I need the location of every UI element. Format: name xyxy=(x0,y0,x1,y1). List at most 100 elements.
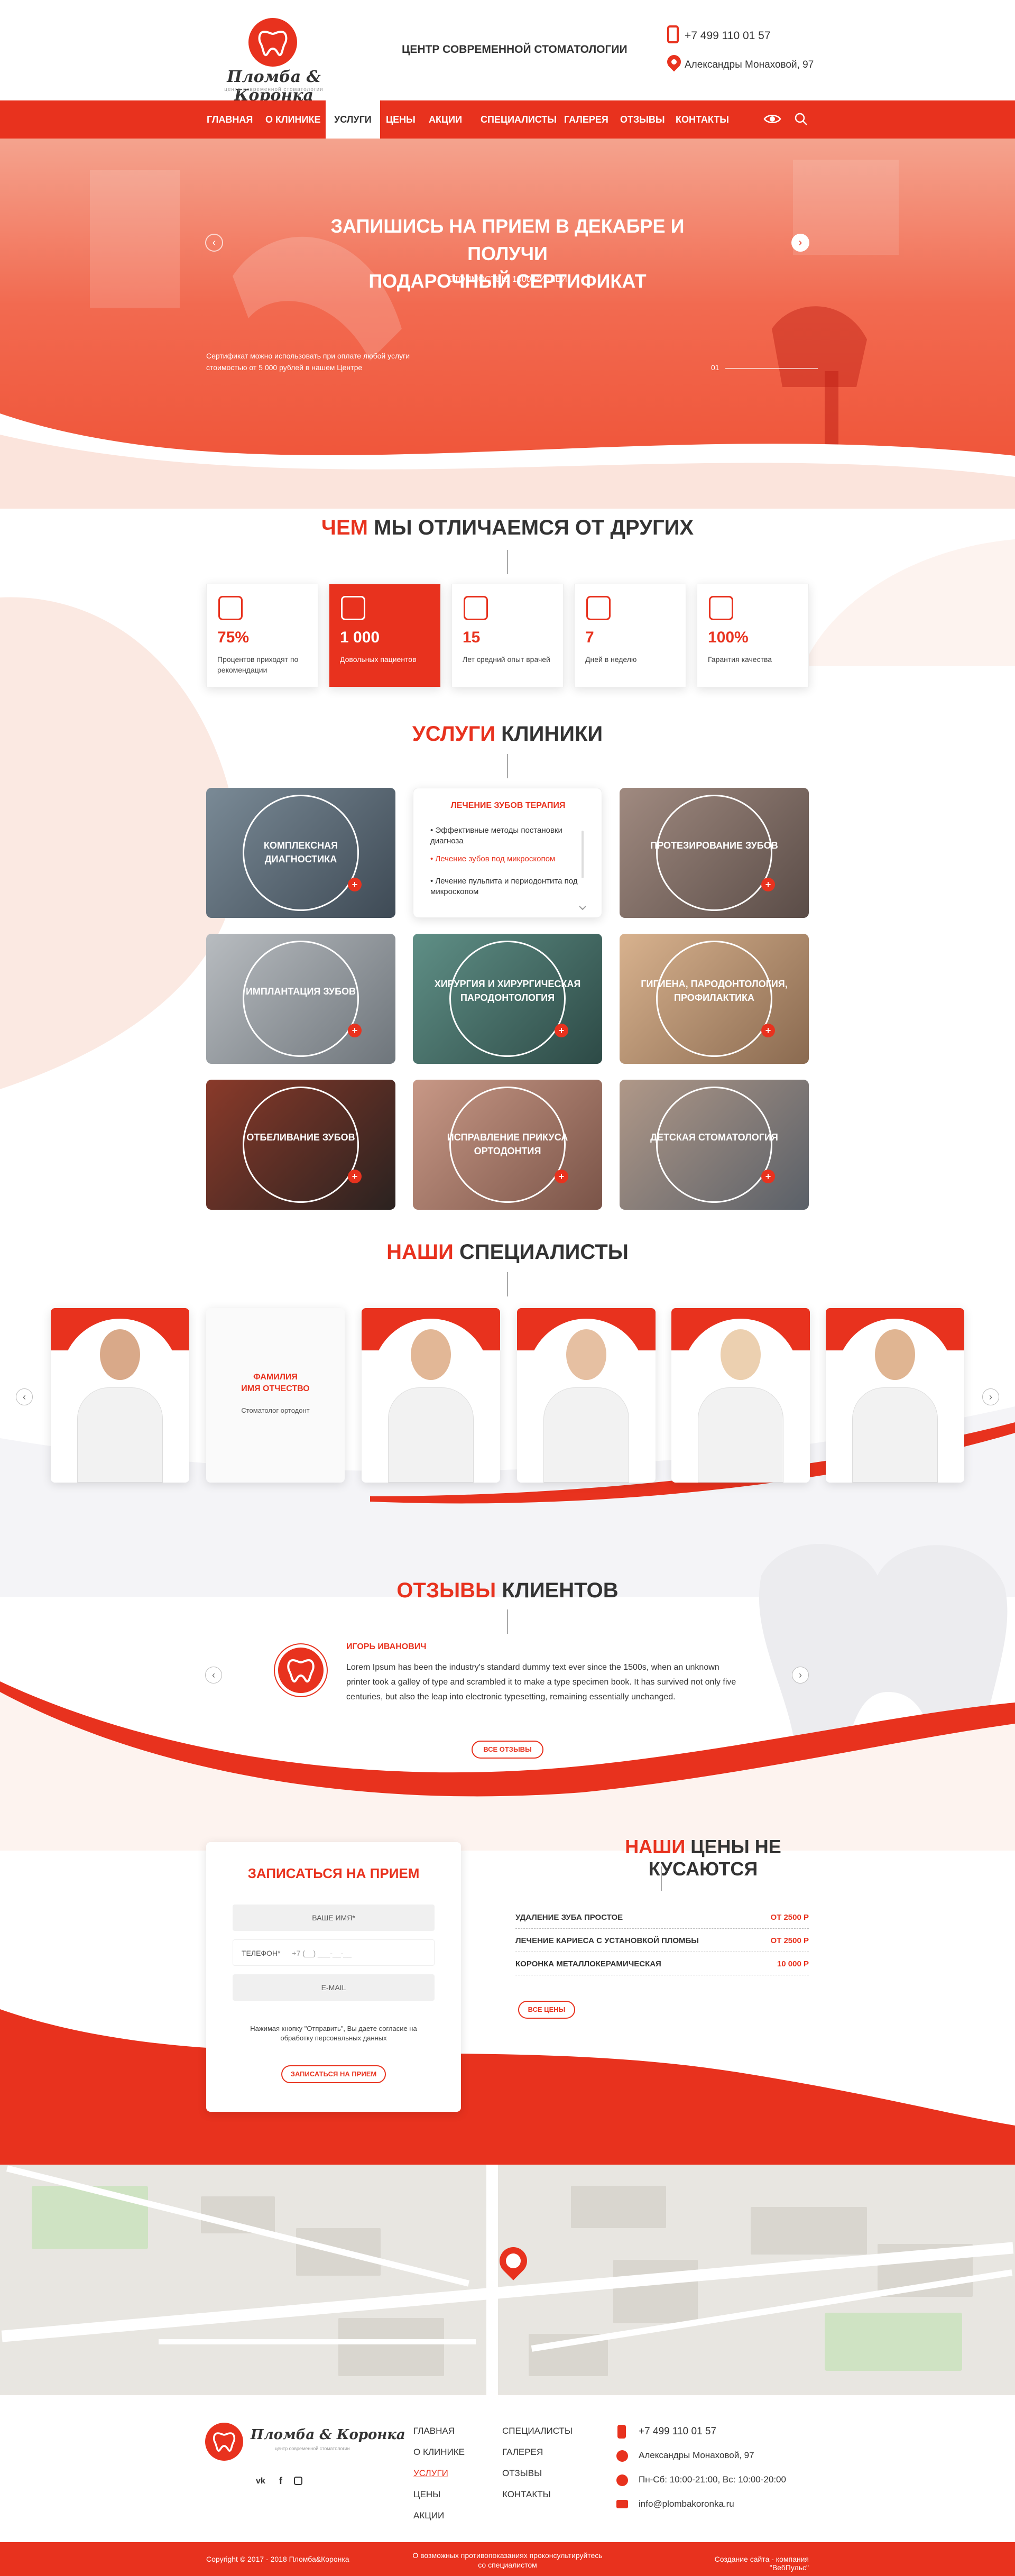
facebook-icon[interactable]: f xyxy=(279,2476,282,2487)
hero-next-arrow[interactable]: › xyxy=(791,234,809,252)
service-card[interactable]: ГИГИЕНА, ПАРОДОНТОЛОГИЯ, ПРОФИЛАКТИКА + xyxy=(620,934,809,1064)
specialist-card[interactable] xyxy=(826,1308,964,1483)
footer-link-prices[interactable]: ЦЕНЫ xyxy=(413,2489,440,2500)
stat-value: 1 000 xyxy=(340,629,380,646)
location-map[interactable] xyxy=(0,2165,1015,2395)
brand-name[interactable]: Пломба & Коронка xyxy=(205,68,343,105)
specialist-card[interactable] xyxy=(51,1308,189,1483)
reviewer-avatar xyxy=(275,1644,327,1696)
nav-item-gallery[interactable]: ГАЛЕРЕЯ xyxy=(556,100,617,139)
instagram-icon[interactable] xyxy=(294,2477,302,2485)
copyright-bar: Copyright © 2017 - 2018 Пломба&Коронка О… xyxy=(0,2542,1015,2576)
stat-card[interactable]: 100% Гарантия качества xyxy=(697,584,809,687)
phone-field-label: ТЕЛЕФОН* xyxy=(242,1949,281,1957)
header-title: ЦЕНТР СОВРЕМЕННОЙ СТОМАТОЛОГИИ xyxy=(402,43,628,56)
nav-item-reviews[interactable]: ОТЗЫВЫ xyxy=(612,100,673,139)
plus-icon[interactable]: + xyxy=(348,1170,362,1183)
stat-card[interactable]: 1 000 Довольных пациентов xyxy=(329,584,441,687)
email-field[interactable]: E-MAIL xyxy=(233,1974,435,2001)
nav-item-contacts[interactable]: КОНТАКТЫ xyxy=(667,100,737,139)
footer-link-reviews[interactable]: ОТЗЫВЫ xyxy=(502,2468,542,2479)
service-card[interactable]: ДЕТСКАЯ СТОМАТОЛОГИЯ + xyxy=(620,1080,809,1210)
service-card-open[interactable]: ЛЕЧЕНИЕ ЗУБОВ ТЕРАПИЯ • Эффективные мето… xyxy=(413,788,602,918)
specialist-card[interactable] xyxy=(517,1308,656,1483)
footer-phone[interactable]: +7 499 110 01 57 xyxy=(639,2426,716,2437)
reviews-section-title: ОТЗЫВЫ КЛИЕНТОВ xyxy=(0,1579,1015,1603)
reviews-prev-arrow[interactable]: ‹ xyxy=(205,1667,222,1683)
nav-item-home[interactable]: ГЛАВНАЯ xyxy=(198,100,261,139)
nav-item-specialists[interactable]: СПЕЦИАЛИСТЫ xyxy=(472,100,565,139)
plus-icon[interactable]: + xyxy=(761,1170,775,1183)
service-list-item[interactable]: • Эффективные методы постановки диагноза xyxy=(430,825,584,847)
section-arrow xyxy=(507,1272,508,1296)
tooth-logo-icon[interactable] xyxy=(205,2423,243,2461)
service-card[interactable]: ИСПРАВЛЕНИЕ ПРИКУСА ОРТОДОНТИЯ + xyxy=(413,1080,602,1210)
plus-icon[interactable]: + xyxy=(761,1024,775,1037)
service-card[interactable]: ОТБЕЛИВАНИЕ ЗУБОВ + xyxy=(206,1080,395,1210)
plus-icon[interactable]: + xyxy=(555,1024,568,1037)
all-prices-button[interactable]: ВСЕ ЦЕНЫ xyxy=(518,2001,575,2019)
service-list-item-text: Лечение пульпита и периодонтита под микр… xyxy=(430,877,578,896)
footer-link-gallery[interactable]: ГАЛЕРЕЯ xyxy=(502,2447,543,2458)
service-list-item[interactable]: • Лечение зубов под микроскопом xyxy=(430,854,584,864)
nav-item-about[interactable]: О КЛИНИКЕ xyxy=(257,100,329,139)
plus-icon[interactable]: + xyxy=(555,1170,568,1183)
stat-text: Довольных пациентов xyxy=(340,655,417,664)
appointment-form: ЗАПИСАТЬСЯ НА ПРИЕМ ВАШЕ ИМЯ* ТЕЛЕФОН* +… xyxy=(206,1842,461,2112)
footer-link-services[interactable]: УСЛУГИ xyxy=(413,2468,448,2479)
stat-card[interactable]: 7 Дней в неделю xyxy=(574,584,686,687)
nav-item-services[interactable]: УСЛУГИ xyxy=(326,100,380,139)
services-title-rest: КЛИНИКИ xyxy=(501,722,603,746)
plus-icon[interactable]: + xyxy=(348,878,362,891)
service-label: ИМПЛАНТАЦИЯ ЗУБОВ xyxy=(245,986,356,997)
phone-field[interactable]: ТЕЛЕФОН* +7 (__) ___-__-__ xyxy=(233,1939,435,1966)
vk-icon[interactable]: vk xyxy=(256,2477,265,2486)
nav-item-prices[interactable]: ЦЕНЫ xyxy=(377,100,424,139)
all-reviews-button[interactable]: ВСЕ ОТЗЫВЫ xyxy=(472,1741,543,1759)
stat-value: 15 xyxy=(463,629,481,646)
footer-email[interactable]: info@plombakoronka.ru xyxy=(639,2499,734,2509)
hero-note-line-1: Сертификат можно использовать при оплате… xyxy=(206,352,410,360)
service-card[interactable]: КОМПЛЕКСНАЯ ДИАГНОСТИКА + xyxy=(206,788,395,918)
service-card[interactable]: ХИРУРГИЯ И ХИРУРГИЧЕСКАЯ ПАРОДОНТОЛОГИЯ … xyxy=(413,934,602,1064)
reviews-next-arrow[interactable]: › xyxy=(792,1667,809,1683)
specialists-title-accent: НАШИ xyxy=(386,1240,454,1264)
specialist-card-hover[interactable]: ФАМИЛИЯ ИМЯ ОТЧЕСТВО Стоматолог ортодонт xyxy=(206,1308,345,1483)
footer-link-home[interactable]: ГЛАВНАЯ xyxy=(413,2426,455,2436)
name-field[interactable]: ВАШЕ ИМЯ* xyxy=(233,1905,435,1931)
service-card[interactable]: ПРОТЕЗИРОВАНИЕ ЗУБОВ + xyxy=(620,788,809,918)
price-value: ОТ 2500 Р xyxy=(770,1936,809,1945)
diff-section-title: ЧЕМ МЫ ОТЛИЧАЕМСЯ ОТ ДРУГИХ xyxy=(0,516,1015,540)
footer-link-specialists[interactable]: СПЕЦИАЛИСТЫ xyxy=(502,2426,573,2436)
hero-page-counter: 01 xyxy=(711,363,719,372)
nav-item-promo[interactable]: АКЦИИ xyxy=(420,100,470,139)
tooth-logo-icon[interactable] xyxy=(248,18,297,67)
service-list-item[interactable]: • Лечение пульпита и периодонтита под ми… xyxy=(430,876,584,897)
submit-button[interactable]: ЗАПИСАТЬСЯ НА ПРИЕМ xyxy=(281,2065,386,2083)
service-label: ОТБЕЛИВАНИЕ ЗУБОВ xyxy=(246,1132,355,1143)
specialist-card[interactable] xyxy=(671,1308,810,1483)
scrollbar[interactable] xyxy=(582,831,584,878)
plus-icon[interactable]: + xyxy=(761,878,775,891)
specialist-role: Стоматолог ортодонт xyxy=(241,1406,310,1414)
footer-link-promo[interactable]: АКЦИИ xyxy=(413,2510,444,2521)
stat-card[interactable]: 15 Лет средний опыт врачей xyxy=(451,584,564,687)
like-icon xyxy=(218,596,243,620)
hero-prev-arrow[interactable]: ‹ xyxy=(205,234,223,252)
footer-brand-name[interactable]: Пломба & Коронка xyxy=(251,2427,405,2443)
service-card[interactable]: ИМПЛАНТАЦИЯ ЗУБОВ + xyxy=(206,934,395,1064)
site-credit[interactable]: Создание сайта - компания "ВебПульс" xyxy=(687,2555,809,2572)
chevron-down-icon[interactable] xyxy=(578,904,587,910)
specialists-prev-arrow[interactable]: ‹ xyxy=(16,1388,33,1405)
header-phone[interactable]: +7 499 110 01 57 xyxy=(685,30,771,42)
eye-icon[interactable] xyxy=(763,113,781,125)
footer-link-about[interactable]: О КЛИНИКЕ xyxy=(413,2447,465,2458)
specialist-card[interactable] xyxy=(362,1308,500,1483)
plus-icon[interactable]: + xyxy=(348,1024,362,1037)
search-icon[interactable] xyxy=(794,112,808,126)
site-header: Пломба & Коронка центр современной стома… xyxy=(0,0,1015,105)
stat-card[interactable]: 75% Процентов приходят по рекомендации xyxy=(206,584,318,687)
footer-link-contacts[interactable]: КОНТАКТЫ xyxy=(502,2489,551,2500)
specialists-next-arrow[interactable]: › xyxy=(982,1388,999,1405)
service-list-item-text: Лечение зубов под микроскопом xyxy=(435,854,556,863)
